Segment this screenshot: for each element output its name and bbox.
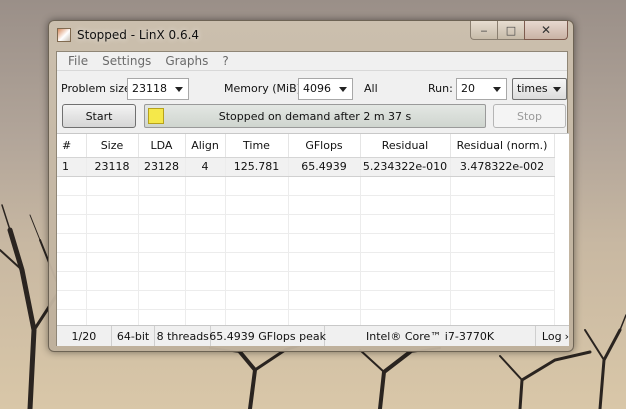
action-row: Start Stopped on demand after 2 m 37 s S…: [57, 104, 567, 128]
cell-align: 4: [185, 157, 226, 177]
column-header-size[interactable]: Size: [86, 134, 139, 158]
empty-row: [57, 214, 555, 234]
menu-file[interactable]: File: [61, 54, 95, 68]
linx-window: Stopped - LinX 0.6.4 ‒ □ ✕ File Settings…: [48, 20, 574, 352]
title-bar[interactable]: Stopped - LinX 0.6.4 ‒ □ ✕: [49, 21, 573, 50]
status-bitness: 64-bit: [112, 326, 156, 346]
column-header-residual[interactable]: Residual: [360, 134, 451, 158]
caption-buttons: ‒ □ ✕: [470, 21, 568, 40]
run-unit-combo[interactable]: times: [512, 78, 567, 100]
run-count-value: 20: [461, 82, 475, 95]
menu-bar: File Settings Graphs ?: [57, 52, 567, 71]
empty-row: [57, 290, 555, 310]
chevron-down-icon: [553, 87, 561, 92]
empty-row: [57, 176, 555, 196]
empty-row: [57, 195, 555, 215]
column-header-gflops[interactable]: GFlops: [288, 134, 361, 158]
cell-gflops: 65.4939: [288, 157, 361, 177]
menu-help[interactable]: ?: [215, 54, 235, 68]
results-table[interactable]: # Size LDA Align Time GFlops Residual Re…: [57, 133, 569, 326]
client-area: File Settings Graphs ? Problem size: 231…: [56, 51, 569, 346]
progress-bar: Stopped on demand after 2 m 37 s: [144, 104, 486, 128]
empty-row: [57, 309, 555, 325]
empty-row: [57, 271, 555, 291]
status-peak-gflops: 65.4939 GFlops peak: [209, 326, 326, 346]
close-icon: ✕: [540, 23, 552, 37]
stop-button[interactable]: Stop: [493, 104, 566, 128]
column-header-index[interactable]: #: [57, 134, 87, 158]
maximize-icon: □: [505, 23, 517, 37]
results-grid: # Size LDA Align Time GFlops Residual Re…: [57, 134, 555, 325]
window-title: Stopped - LinX 0.6.4: [77, 28, 200, 42]
memory-label: Memory (MiB):: [224, 82, 305, 95]
app-icon[interactable]: [57, 28, 71, 42]
chevron-down-icon: [175, 87, 183, 92]
log-label: Log: [541, 329, 562, 343]
all-memory-option[interactable]: All: [364, 82, 378, 95]
minimize-button[interactable]: ‒: [470, 21, 497, 40]
run-label: Run:: [428, 82, 453, 95]
start-button[interactable]: Start: [62, 104, 136, 128]
column-header-lda[interactable]: LDA: [138, 134, 186, 158]
cell-index: 1: [57, 157, 87, 177]
problem-size-label: Problem size:: [61, 82, 135, 95]
column-header-residual-norm[interactable]: Residual (norm.): [450, 134, 555, 158]
chevron-down-icon: [339, 87, 347, 92]
problem-size-value: 23118: [132, 82, 167, 95]
empty-row: [57, 252, 555, 272]
cell-residual-norm: 3.478322e-002: [450, 157, 555, 177]
cell-size: 23118: [86, 157, 139, 177]
status-bar: 1/20 64-bit 8 threads 65.4939 GFlops pea…: [57, 326, 569, 346]
progress-status-text: Stopped on demand after 2 m 37 s: [218, 110, 412, 123]
log-button[interactable]: Log ›: [536, 330, 569, 343]
close-button[interactable]: ✕: [524, 21, 568, 40]
chevron-down-icon: [493, 87, 501, 92]
status-run-progress: 1/20: [57, 326, 112, 346]
empty-row: [57, 233, 555, 253]
run-count-combo[interactable]: 20: [456, 78, 507, 100]
chevron-right-icon: ›: [564, 329, 569, 343]
status-cpu-name: Intel® Core™ i7-3770K: [325, 326, 536, 346]
cell-lda: 23128: [138, 157, 186, 177]
settings-row: Problem size: 23118 Memory (MiB): 4096 A…: [57, 78, 567, 100]
table-row[interactable]: 1 23118 23128 4 125.781 65.4939 5.234322…: [57, 157, 555, 177]
memory-value: 4096: [303, 82, 331, 95]
column-header-time[interactable]: Time: [225, 134, 289, 158]
memory-combo[interactable]: 4096: [298, 78, 353, 100]
run-unit-value: times: [517, 82, 548, 95]
column-header-align[interactable]: Align: [185, 134, 226, 158]
status-threads: 8 threads: [155, 326, 212, 346]
problem-size-combo[interactable]: 23118: [127, 78, 189, 100]
table-header-row: # Size LDA Align Time GFlops Residual Re…: [57, 134, 555, 158]
maximize-button[interactable]: □: [497, 21, 524, 40]
menu-settings[interactable]: Settings: [95, 54, 158, 68]
menu-graphs[interactable]: Graphs: [158, 54, 215, 68]
cell-residual: 5.234322e-010: [360, 157, 451, 177]
cell-time: 125.781: [225, 157, 289, 177]
minimize-icon: ‒: [480, 23, 488, 37]
